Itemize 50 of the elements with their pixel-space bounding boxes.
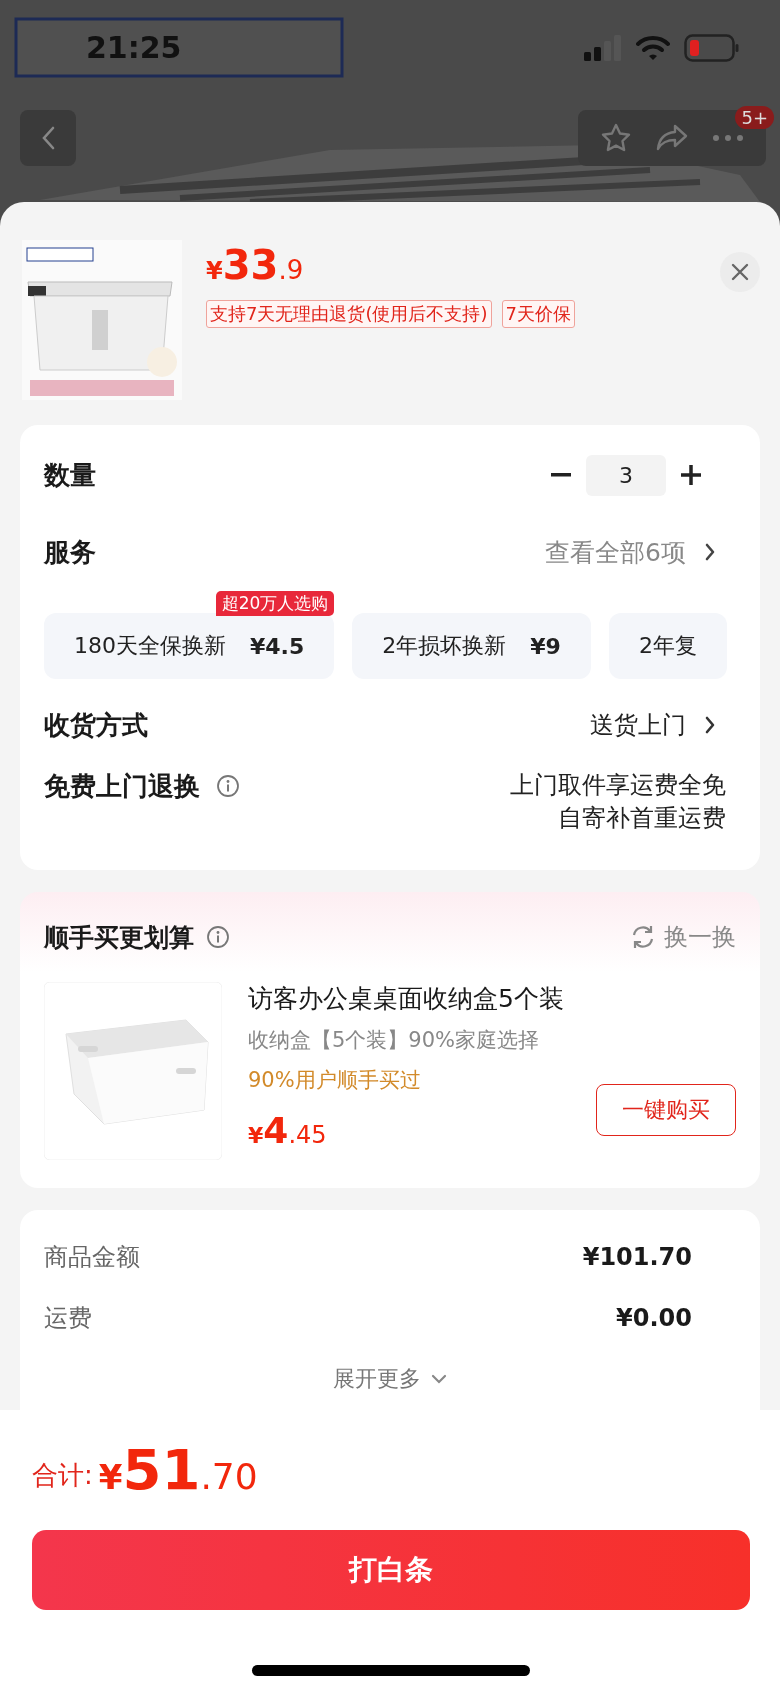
star-icon <box>600 122 632 154</box>
close-button[interactable] <box>720 252 760 292</box>
notification-badge: 5+ <box>735 106 774 129</box>
total-label: 合计: <box>32 1458 93 1492</box>
summary-label: 运费 <box>44 1302 92 1334</box>
buy-now-button[interactable]: 一键购买 <box>596 1084 736 1136</box>
back-icon <box>40 125 56 151</box>
tag: 7天价保 <box>501 300 575 328</box>
total-price: ¥51.70 <box>98 1437 258 1503</box>
summary-label: 商品金额 <box>44 1241 140 1273</box>
quantity-label: 数量 <box>44 458 96 492</box>
free-return-label: 免费上门退换 <box>44 769 200 803</box>
expand-more-button[interactable]: 展开更多 <box>327 1348 453 1410</box>
more-icon <box>712 134 744 142</box>
wifi-icon <box>636 34 670 61</box>
signal-icon <box>584 34 622 61</box>
status-time: 21:25 <box>86 30 182 65</box>
price-text: ¥4.45 <box>248 1110 327 1152</box>
summary-value: ¥101.70 <box>582 1242 692 1271</box>
info-icon <box>216 774 240 798</box>
battery-icon <box>684 33 740 62</box>
delivery-option[interactable]: 送货上门 <box>590 709 716 741</box>
tag: 支持7天无理由退货(使用后不支持) <box>206 300 492 328</box>
info-icon <box>206 925 230 949</box>
plus-icon <box>681 465 701 485</box>
price-text: ¥33.9 <box>206 242 304 288</box>
delivery-label: 收货方式 <box>44 708 148 742</box>
summary-value: ¥0.00 <box>616 1303 692 1332</box>
refresh-icon <box>630 924 656 950</box>
promo-badge: 超20万人选购 <box>215 591 335 616</box>
minus-icon <box>551 473 571 477</box>
service-option[interactable]: 2年损坏换新 ¥9 <box>352 613 591 679</box>
close-icon <box>731 263 749 281</box>
quantity-field[interactable]: 3 <box>586 454 666 496</box>
return-note: 上门取件享运费全免 <box>510 770 726 801</box>
back-button[interactable] <box>20 110 76 166</box>
chevron-right-icon <box>704 715 716 735</box>
view-all-services-link[interactable]: 查看全部6项 <box>545 535 716 569</box>
pay-button[interactable]: 打白条 <box>32 1530 750 1610</box>
chevron-down-icon <box>431 1374 447 1384</box>
service-option[interactable]: 180天全保换新 ¥4.5 <box>44 613 335 679</box>
chevron-right-icon <box>704 542 716 562</box>
product-note: 90%用户顺手买过 <box>248 1067 422 1094</box>
section-title: 顺手买更划算 <box>44 921 194 954</box>
share-icon <box>655 123 689 153</box>
product-title: 访客办公桌桌面收纳盒5个装 <box>248 983 565 1015</box>
return-note: 自寄补首重运费 <box>557 803 726 834</box>
service-label: 服务 <box>44 535 96 569</box>
product-subtitle: 收纳盒【5个装】90%家庭选择 <box>248 1027 541 1054</box>
service-option[interactable]: 2年复 <box>608 613 727 679</box>
